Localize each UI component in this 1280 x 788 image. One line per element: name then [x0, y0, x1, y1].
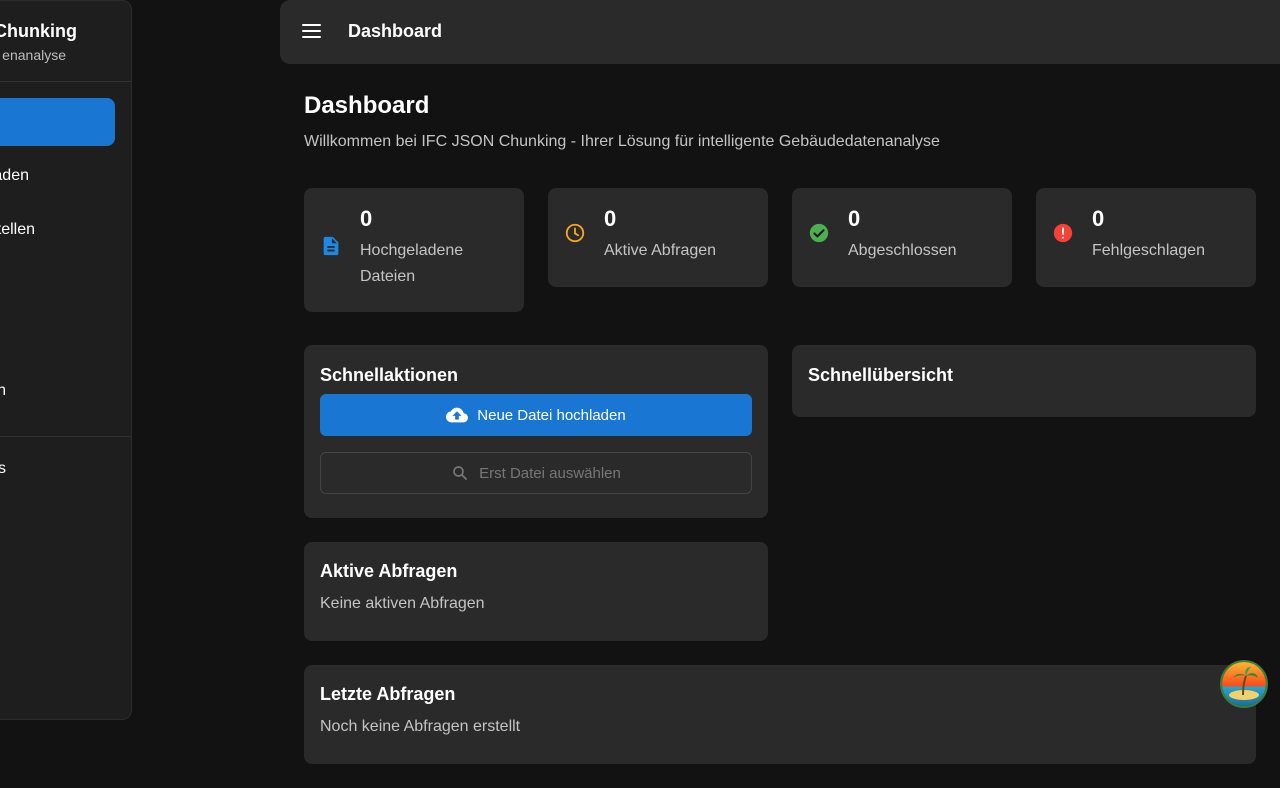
- sidebar-item-label: nladen: [0, 167, 29, 184]
- active-queries-title: Aktive Abfragen: [320, 561, 458, 581]
- quick-overview-title: Schnellübersicht: [808, 365, 954, 385]
- sidebar-item-dashboard[interactable]: d: [0, 98, 115, 146]
- avatar[interactable]: [1220, 660, 1268, 708]
- sidebar-item-upload[interactable]: nladen: [0, 152, 115, 200]
- stat-label: Hochgeladene Dateien: [360, 242, 464, 285]
- sidebar: Chunking enanalyse d nladen rstellen e g…: [0, 0, 132, 720]
- app-bar-title: Dashboard: [348, 21, 443, 41]
- active-queries-empty: Keine aktiven Abfragen: [320, 595, 485, 612]
- stat-card-completed: 0 Abgeschlossen: [792, 188, 1012, 287]
- sidebar-divider: [0, 436, 131, 437]
- error-icon: [1053, 223, 1073, 243]
- stat-label: Abgeschlossen: [848, 242, 957, 259]
- upload-button-label: Neue Datei hochladen: [477, 406, 626, 424]
- app-bar: Dashboard: [280, 0, 1280, 64]
- active-queries-card: Aktive Abfragen Keine aktiven Abfragen: [304, 542, 768, 641]
- island-icon: [1222, 662, 1266, 706]
- stat-card-failed: 0 Fehlgeschlagen: [1036, 188, 1256, 287]
- sidebar-item-queries[interactable]: gen: [0, 367, 115, 415]
- quick-actions-title: Schnellaktionen: [320, 365, 459, 385]
- clock-icon: [565, 223, 585, 243]
- quick-overview-card: Schnellübersicht: [792, 345, 1256, 417]
- upload-new-file-button[interactable]: Neue Datei hochladen: [320, 394, 752, 436]
- sidebar-header: Chunking enanalyse: [0, 1, 131, 82]
- sidebar-item-label: dus: [0, 445, 6, 493]
- sidebar-item-label: rstellen: [0, 221, 35, 238]
- stat-value: 0: [604, 206, 617, 231]
- sidebar-item-create[interactable]: rstellen: [0, 206, 115, 254]
- stat-card-uploaded: 0 Hochgeladene Dateien: [304, 188, 524, 312]
- sidebar-app-subtitle: enanalyse: [2, 47, 66, 63]
- check-circle-icon: [809, 223, 829, 243]
- quick-actions-card: Schnellaktionen Neue Datei hochladen Ers…: [304, 345, 768, 518]
- recent-queries-card: Letzte Abfragen Noch keine Abfragen erst…: [304, 665, 1256, 764]
- menu-icon[interactable]: [302, 24, 321, 40]
- stat-card-active: 0 Aktive Abfragen: [548, 188, 768, 287]
- select-file-first-button[interactable]: Erst Datei auswählen: [320, 452, 752, 494]
- page-title: Dashboard: [304, 92, 430, 119]
- stat-label: Aktive Abfragen: [604, 242, 717, 259]
- search-icon: [453, 466, 468, 480]
- select-button-label: Erst Datei auswählen: [479, 464, 621, 482]
- stat-label: Fehlgeschlagen: [1092, 242, 1205, 259]
- cloud-upload-icon: [446, 407, 469, 423]
- stat-value: 0: [360, 206, 373, 231]
- document-icon: [323, 236, 339, 256]
- sidebar-item-mode[interactable]: dus: [0, 445, 115, 493]
- page-subtitle: Willkommen bei IFC JSON Chunking - Ihrer…: [304, 133, 940, 150]
- recent-queries-title: Letzte Abfragen: [320, 684, 456, 704]
- sidebar-item-4[interactable]: e: [0, 260, 115, 308]
- stat-value: 0: [848, 206, 861, 231]
- stat-value: 0: [1092, 206, 1105, 231]
- sidebar-app-title: Chunking: [0, 21, 77, 41]
- recent-queries-empty: Noch keine Abfragen erstellt: [320, 718, 521, 735]
- sidebar-item-label: gen: [0, 367, 6, 415]
